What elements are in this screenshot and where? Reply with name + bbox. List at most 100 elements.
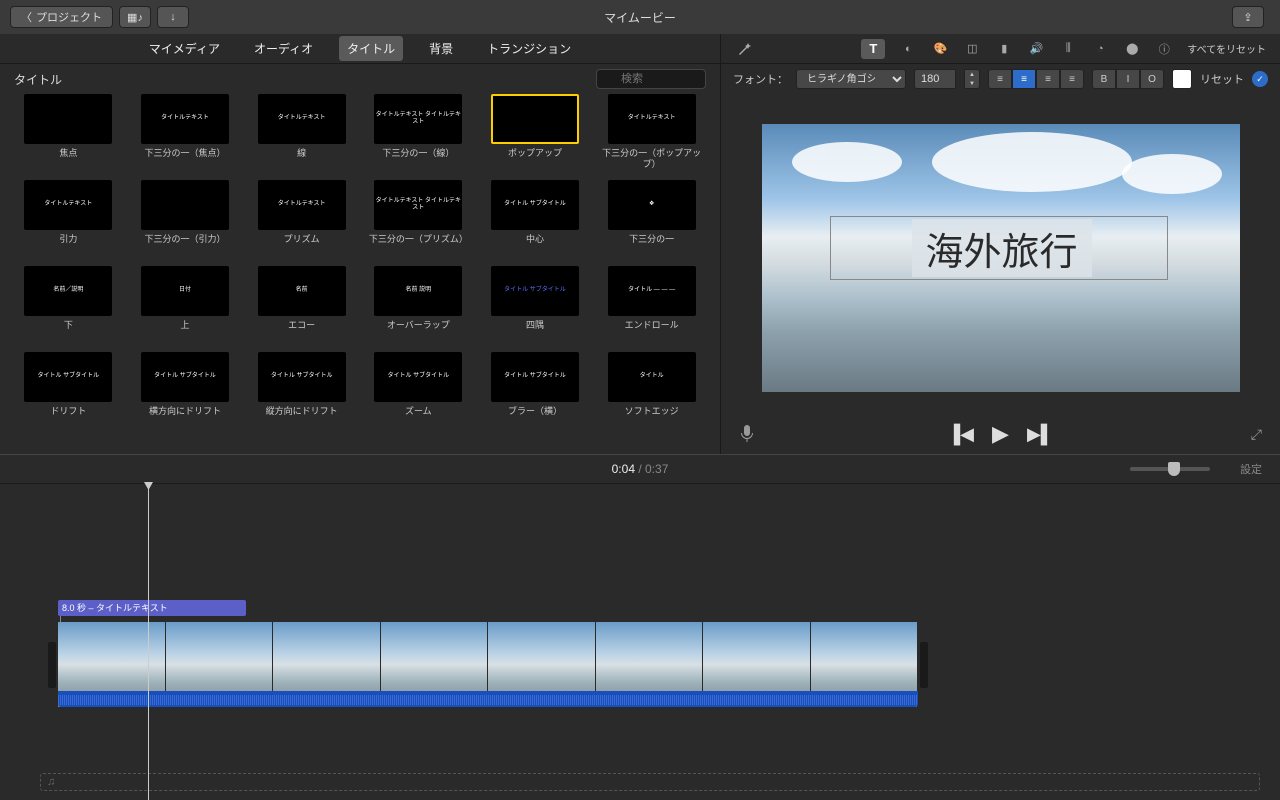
title-preset-item[interactable]: 下三分の一（引力） [131,180,240,256]
reset-all-button[interactable]: すべてをリセット [1187,41,1266,56]
info-icon[interactable]: ⓘ [1155,40,1173,58]
music-lane[interactable]: ♫ [40,773,1260,791]
align-center-button[interactable]: ≡ [1012,69,1036,89]
text-inspector-icon[interactable]: T [861,39,885,59]
font-size-stepper[interactable]: ▲▼ [964,69,980,89]
timeline-settings-button[interactable]: 設定 [1240,461,1262,477]
share-button[interactable]: ⇪ [1232,6,1264,28]
title-preset-item[interactable]: タイトルテキスト線 [247,94,356,170]
browser-label: タイトル [14,71,62,88]
tab-audio[interactable]: オーディオ [246,36,321,61]
bold-button[interactable]: B [1092,69,1116,89]
zoom-slider[interactable] [1130,467,1210,471]
zoom-knob[interactable] [1168,462,1180,476]
title-preset-thumb: 名前 説明 [374,266,462,316]
title-preset-caption: 下三分の一（プリズム） [369,234,468,256]
title-preset-item[interactable]: 日付上 [131,266,240,342]
title-preset-caption: エコー [288,320,315,342]
title-preset-item[interactable]: タイトル サブタイトルズーム [364,352,473,428]
toolbar: マイメディア オーディオ タイトル 背景 トランジション T ◐ 🎨 ◫ ▮ 🔊… [0,34,1280,64]
align-group: ≡ ≡ ≡ ≡ [988,69,1084,89]
play-button[interactable]: ▶ [992,421,1009,447]
crop-icon[interactable]: ◫ [963,40,981,58]
reset-font-button[interactable]: リセット [1200,71,1244,87]
filter-icon[interactable]: ⬤ [1123,40,1141,58]
title-preset-caption: 中心 [526,234,544,256]
italic-button[interactable]: I [1116,69,1140,89]
title-preset-caption: 焦点 [59,148,77,170]
title-preset-item[interactable]: タイトルテキスト下三分の一（ポップアップ） [597,94,706,170]
title-preset-thumb: タイトル サブタイトル [374,352,462,402]
inspector-toolbar: T ◐ 🎨 ◫ ▮ 🔊 ⫼ ◔ ⬤ ⓘ すべてをリセット [720,34,1280,63]
title-preset-caption: ソフトエッジ [625,406,679,428]
search-input[interactable] [596,69,706,89]
library-button[interactable]: ▦♪ [119,6,151,28]
title-preset-caption: 下三分の一（ポップアップ） [597,148,706,170]
clip-trim-left[interactable] [48,642,56,688]
audio-waveform[interactable] [58,691,918,707]
align-justify-button[interactable]: ≡ [1060,69,1084,89]
import-button[interactable]: ↓ [157,6,189,28]
tab-titles[interactable]: タイトル [339,36,403,61]
title-preset-thumb: タイトルテキスト [258,94,346,144]
download-arrow-icon: ↓ [170,11,176,23]
tab-backgrounds[interactable]: 背景 [421,36,461,61]
title-preset-thumb: タイトルテキスト [608,94,696,144]
preview-wrap: 海外旅行 [721,94,1280,414]
timeline-body[interactable]: 8.0 秒 – タイトルテキスト ♫ [0,484,1280,800]
color-balance-icon[interactable]: ◐ [899,40,917,58]
apply-check-icon[interactable]: ✓ [1252,71,1268,87]
title-preset-item[interactable]: タイトルテキスト タイトルテキスト下三分の一（プリズム） [364,180,473,256]
next-button[interactable]: ▶▌ [1027,424,1054,445]
color-correct-icon[interactable]: 🎨 [931,40,949,58]
title-preset-caption: 引力 [59,234,77,256]
title-preset-item[interactable]: タイトル サブタイトル四隅 [481,266,590,342]
title-preset-item[interactable]: タイトルテキストプリズム [247,180,356,256]
font-size-input[interactable] [914,69,956,89]
title-preset-item[interactable]: タイトル サブタイトル横方向にドリフト [131,352,240,428]
align-right-button[interactable]: ≡ [1036,69,1060,89]
back-to-projects-button[interactable]: 〈 プロジェクト [10,6,113,28]
transport-bar: ▐◀ ▶ ▶▌ ⤢ [721,414,1280,454]
title-preset-item[interactable]: タイトル サブタイトルドリフト [14,352,123,428]
title-clip[interactable]: 8.0 秒 – タイトルテキスト [58,600,246,616]
title-preset-item[interactable]: タイトルテキスト タイトルテキスト下三分の一（線） [364,94,473,170]
prev-button[interactable]: ▐◀ [947,424,974,445]
title-preset-item[interactable]: タイトル — — —エンドロール [597,266,706,342]
title-preset-item[interactable]: 焦点 [14,94,123,170]
playhead[interactable] [148,484,149,800]
title-preset-item[interactable]: ❖下三分の一 [597,180,706,256]
title-preset-item[interactable]: タイトルソフトエッジ [597,352,706,428]
stabilize-icon[interactable]: ▮ [995,40,1013,58]
title-preset-item[interactable]: タイトルテキスト下三分の一（焦点） [131,94,240,170]
volume-icon[interactable]: 🔊 [1027,40,1045,58]
video-preview[interactable]: 海外旅行 [762,124,1240,392]
style-group: B I O [1092,69,1164,89]
title-preset-item[interactable]: 名前 説明オーバーラップ [364,266,473,342]
font-family-select[interactable]: ヒラギノ角ゴシック W [796,69,906,89]
auto-enhance-icon[interactable] [735,40,753,58]
text-color-swatch[interactable] [1172,69,1192,89]
speed-icon[interactable]: ◔ [1091,40,1109,58]
title-preset-item[interactable]: タイトル サブタイトル縦方向にドリフト [247,352,356,428]
title-preset-item[interactable]: ポップアップ [481,94,590,170]
voiceover-mic-icon[interactable] [739,424,755,444]
tab-transitions[interactable]: トランジション [479,36,579,61]
tab-my-media[interactable]: マイメディア [141,36,228,61]
title-preset-item[interactable]: タイトル サブタイトル中心 [481,180,590,256]
fullscreen-icon[interactable]: ⤢ [1251,426,1262,443]
title-preset-item[interactable]: 名前エコー [247,266,356,342]
title-preset-item[interactable]: タイトルテキスト引力 [14,180,123,256]
browser-header: タイトル 🔍 [0,64,720,94]
content-area: タイトル 🔍 焦点タイトルテキスト下三分の一（焦点）タイトルテキスト線タイトルテ… [0,64,1280,454]
title-preset-caption: 下三分の一（焦点） [144,148,225,170]
title-text-overlay[interactable]: 海外旅行 [912,219,1092,277]
noise-reduce-icon[interactable]: ⫼ [1059,40,1077,58]
align-left-button[interactable]: ≡ [988,69,1012,89]
outline-button[interactable]: O [1140,69,1164,89]
title-preset-item[interactable]: タイトル サブタイトルブラー（横） [481,352,590,428]
title-preset-item[interactable]: 名前／説明下 [14,266,123,342]
title-preset-caption: 上 [180,320,189,342]
clip-trim-right[interactable] [920,642,928,688]
title-preset-caption: 線 [297,148,306,170]
